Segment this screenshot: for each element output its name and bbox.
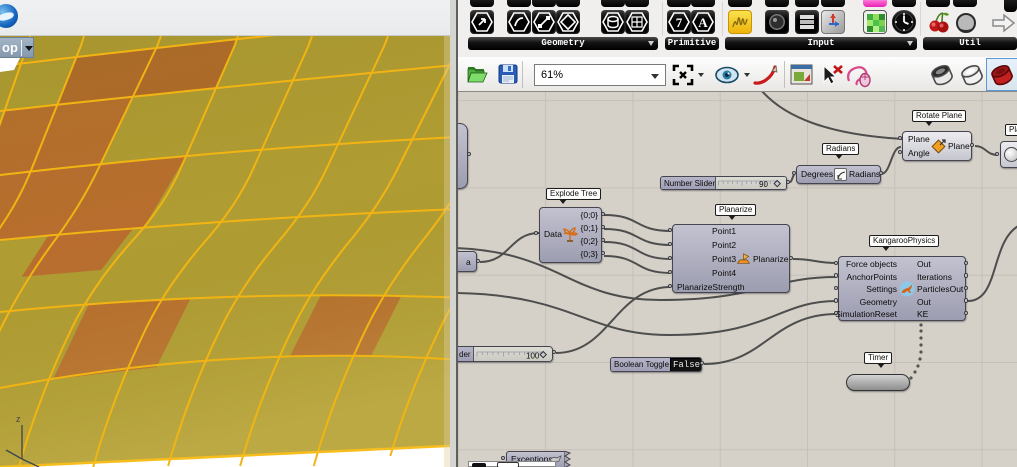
svg-text:z: z [16,414,21,424]
svg-text:7: 7 [676,15,683,30]
svg-text:90: 90 [759,180,768,189]
svg-text:100: 100 [526,352,540,361]
svg-text:A: A [698,15,708,30]
